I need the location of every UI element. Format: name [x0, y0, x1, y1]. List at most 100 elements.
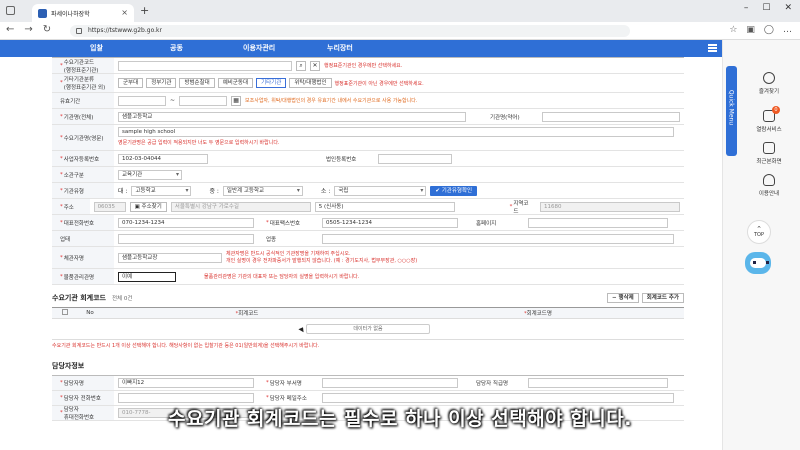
back-icon[interactable]: ←: [6, 25, 14, 35]
new-tab-icon[interactable]: +: [140, 5, 149, 16]
org-name-cell: 샘플고등학교: [114, 109, 482, 124]
row-jurisdiction: * 소관구분 교육기관: [52, 167, 684, 183]
biz-type-input[interactable]: [118, 233, 254, 244]
contact-name-input[interactable]: 이빠지12: [118, 378, 254, 388]
region-input[interactable]: 11680: [540, 201, 680, 212]
qm-guide-label: 이용안내: [758, 191, 780, 197]
class-btn-patrol[interactable]: 방범순찰대: [179, 78, 215, 88]
homepage-label: 홈페이지: [468, 215, 524, 230]
zip-input[interactable]: 06035: [93, 201, 126, 212]
org-name-input[interactable]: 샘플고등학교: [118, 111, 466, 122]
collections-icon[interactable]: ▣: [746, 25, 755, 35]
calendar-icon[interactable]: ▦: [231, 95, 242, 106]
menu-icon[interactable]: [708, 44, 717, 52]
jur-select[interactable]: 교육기관: [118, 169, 182, 180]
org-abbr-cell: [538, 109, 684, 124]
type-major-select[interactable]: 고등학교: [131, 185, 192, 196]
clear-icon[interactable]: ✕: [310, 60, 320, 71]
org-abbr-input[interactable]: [542, 111, 680, 122]
favorite-star-icon[interactable]: ☆: [729, 25, 737, 35]
type-major-label: 대 :: [118, 188, 128, 195]
forward-icon[interactable]: →: [24, 25, 32, 35]
contact-name-label: * 담당자명: [52, 376, 114, 390]
valid-sep: ~: [170, 97, 176, 104]
url-input[interactable]: https://tstwww.g2b.go.kr: [70, 25, 630, 37]
row-tel: * 대표전화번호 070-1234-1234 * 대표팩스번호 0505-1234-…: [52, 215, 684, 231]
qm-viewing-service[interactable]: 0 열람서비스: [743, 106, 795, 133]
biz-no-input[interactable]: 102-03-04044: [118, 153, 208, 164]
workspace-icon[interactable]: [6, 6, 15, 15]
contact-phone-label: * 담당자 전화번호: [52, 391, 114, 405]
row-org-code: * 수요기관코드 (행정표준기관) ⌕ ✕ 행정표준기관인 경우에만 선택하세요.: [52, 58, 684, 74]
star-icon: [763, 72, 775, 84]
site-favicon-icon: [38, 8, 47, 18]
tel-input[interactable]: 070-1234-1234: [118, 217, 254, 228]
zip-search-button[interactable]: ▣ 주소찾기: [129, 201, 167, 212]
qm-recent[interactable]: 최근본화면: [743, 142, 795, 165]
type-check-button[interactable]: ✔ 기관유형확인: [430, 185, 478, 196]
scroll-top-button[interactable]: ⌃ TOP: [747, 220, 771, 244]
acct-note: 수요기관 회계코드는 반드시 1개 이상 선택해야 합니다. 해당사항이 없는 …: [52, 339, 684, 349]
valid-from-input[interactable]: [118, 95, 166, 106]
class-btn-military[interactable]: 군부대: [118, 78, 144, 88]
row-other-class: * 기타기관분류 (행정표준기관 외) 군부대 정부기관 방범순찰대 예비군동대 …: [52, 74, 684, 93]
add-acct-code-button[interactable]: 회계코드 추가: [641, 293, 684, 303]
fax-input[interactable]: 0505-1234-1234: [322, 217, 458, 228]
class-btn-agency[interactable]: 위탁/대행법인: [289, 78, 332, 88]
close-window-icon[interactable]: ✕: [784, 3, 792, 13]
nav-bid[interactable]: 입찰: [90, 43, 103, 53]
valid-to-input[interactable]: [179, 95, 228, 106]
refresh-icon[interactable]: ↻: [43, 25, 51, 35]
corp-no-input[interactable]: [378, 153, 452, 164]
nav-joint[interactable]: 공동: [170, 43, 183, 53]
profile-icon[interactable]: ◯: [764, 25, 774, 35]
delete-row-button[interactable]: − 행삭제: [607, 293, 639, 303]
browser-tab[interactable]: 파세이나하장학 ×: [32, 4, 134, 22]
contact-dept-input[interactable]: [322, 378, 458, 388]
lock-icon: [76, 28, 82, 34]
maximize-icon[interactable]: ☐: [762, 3, 770, 13]
row-address: * 주소 06035 ▣ 주소찾기 서울특별시 강남구 가로수길 5 (신사동) …: [52, 199, 684, 215]
contact-email-input[interactable]: [322, 393, 674, 403]
qm-guide[interactable]: 이용안내: [743, 174, 795, 197]
class-btn-gov[interactable]: 정부기관: [146, 78, 177, 88]
manager-input[interactable]: 이예: [118, 271, 176, 282]
quick-menu-tab[interactable]: Quick Menu: [726, 66, 737, 156]
homepage-input[interactable]: [528, 217, 668, 228]
contact-position-input[interactable]: [528, 378, 668, 388]
type-minor-select[interactable]: 국립: [334, 185, 427, 196]
grid-select-all[interactable]: [52, 309, 78, 317]
minimize-icon[interactable]: –: [744, 3, 749, 13]
org-eng-label: * 수요기관명(영문): [52, 125, 114, 150]
addr-detail-input[interactable]: 5 (신사동): [314, 201, 455, 212]
close-tab-icon[interactable]: ×: [121, 9, 128, 17]
qm-favorites[interactable]: 즐겨찾기: [743, 72, 795, 95]
nav-user-manage[interactable]: 이용자관리: [243, 43, 275, 53]
browser-toolbar: ☆ ▣ ◯ …: [729, 25, 792, 35]
chatbot-robot-icon[interactable]: [745, 252, 771, 274]
qm-viewing-service-label: 열람서비스: [756, 127, 782, 133]
contact-email-label: * 담당자 메일주소: [258, 391, 318, 405]
main-content: * 수요기관코드 (행정표준기관) ⌕ ✕ 행정표준기관인 경우에만 선택하세요.…: [52, 57, 684, 421]
more-icon[interactable]: …: [783, 25, 792, 35]
contact-section-header: 담당자정보: [52, 361, 684, 371]
biz-item-input[interactable]: [322, 233, 674, 244]
nav-nuri-market[interactable]: 누리장터: [327, 43, 353, 53]
org-eng-input[interactable]: sample high school: [118, 127, 674, 137]
tab-title: 파세이나하장학: [51, 10, 90, 18]
scroll-top-label: TOP: [753, 232, 764, 238]
row-biz-no: * 사업자등록번호 102-03-04044 법인등록번호: [52, 151, 684, 167]
address-bar-row: ← → ↻ https://tstwww.g2b.go.kr ☆ ▣ ◯ …: [0, 22, 800, 40]
type-mid-select[interactable]: 일반계 고등학교: [222, 185, 303, 196]
row-contact-name: * 담당자명 이빠지12 * 담당자 부서명 담당자 직급명: [52, 376, 684, 391]
site-navigation: 입찰 공동 이용자관리 누리장터: [0, 40, 722, 57]
addr-input[interactable]: 서울특별시 강남구 가로수길: [170, 201, 311, 212]
org-code-input[interactable]: [118, 60, 292, 71]
head-input[interactable]: 샘플고등학교장: [118, 252, 222, 263]
class-btn-other[interactable]: 기타기관: [256, 78, 287, 88]
other-class-note: 행정표준기관이 아닌 경우에만 선택하세요.: [334, 80, 424, 87]
biz-type-cell: [114, 231, 258, 246]
search-icon[interactable]: ⌕: [296, 60, 306, 71]
class-btn-reserve[interactable]: 예비군동대: [217, 78, 254, 88]
contact-phone-input[interactable]: [118, 393, 254, 403]
